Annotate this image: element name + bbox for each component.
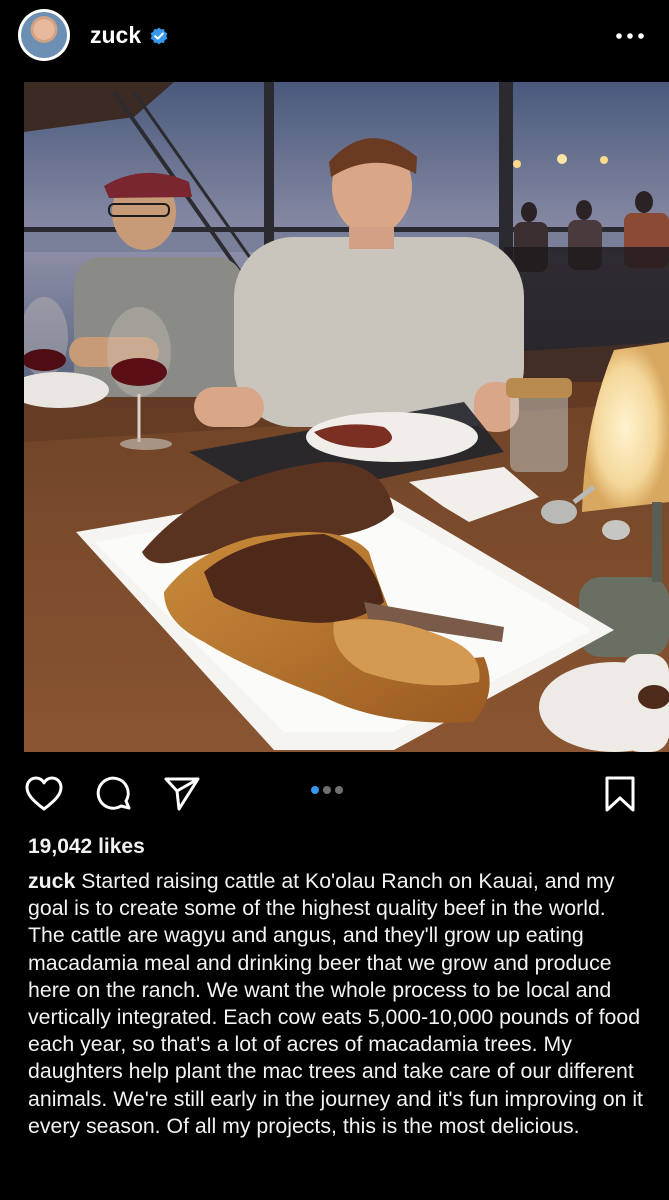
caption-text: Started raising cattle at Ko'olau Ranch … <box>28 869 643 1138</box>
likes-count[interactable]: 19,042 likes <box>28 835 145 859</box>
post-header: zuck <box>0 0 669 74</box>
comment-icon[interactable] <box>94 774 134 814</box>
carousel-dot[interactable] <box>323 786 331 794</box>
carousel-dot[interactable] <box>335 786 343 794</box>
verified-badge-icon <box>150 27 168 45</box>
caption-username[interactable]: zuck <box>28 869 75 893</box>
more-options-icon[interactable] <box>612 19 648 53</box>
carousel-dot[interactable] <box>311 786 319 794</box>
username[interactable]: zuck <box>90 22 141 49</box>
avatar-image <box>21 12 67 58</box>
post-caption: zuck Started raising cattle at Ko'olau R… <box>28 868 646 1140</box>
send-icon[interactable] <box>162 774 202 814</box>
carousel-indicator <box>311 784 343 796</box>
post-photo[interactable] <box>24 82 669 752</box>
heart-icon[interactable] <box>24 774 64 814</box>
bookmark-icon[interactable] <box>600 774 640 814</box>
avatar[interactable] <box>18 9 70 61</box>
